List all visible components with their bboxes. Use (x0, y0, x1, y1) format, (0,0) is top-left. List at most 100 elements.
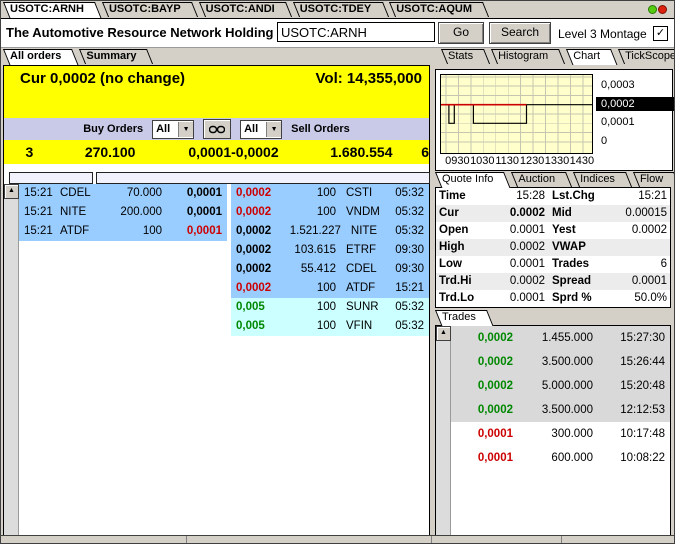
orders-tab-all-orders[interactable]: All orders (3, 48, 78, 64)
order-time: 05:32 (390, 222, 429, 241)
quote-value: 0.0002 (485, 239, 545, 256)
ticker-tab-usotc-andi[interactable]: USOTC:ANDI (199, 1, 292, 17)
search-button[interactable]: Search (489, 22, 551, 44)
trade-row[interactable]: 0,00021.455.00015:27:30 (451, 326, 670, 350)
trade-row[interactable]: 0,00025.000.00015:20:48 (451, 374, 670, 398)
quote-tab-label: Auction (518, 173, 555, 185)
buy-order-row[interactable]: 15:21NITE200.0000,0001 (19, 203, 227, 222)
orders-view-tabstrip: All ordersSummary (3, 48, 155, 66)
trade-size: 600.000 (513, 446, 593, 470)
trade-row[interactable]: 0,00023.500.00012:12:53 (451, 398, 670, 422)
quote-tab-label: Quote Info (442, 173, 493, 185)
ticker-tab-usotc-tdey[interactable]: USOTC:TDEY (293, 1, 389, 17)
sell-order-row[interactable]: 0,005100SUNR05:32 (231, 298, 429, 317)
buy-order-row[interactable]: 15:21CDEL70.0000,0001 (19, 184, 227, 203)
quote-value: 0.00015 (606, 205, 670, 222)
chart-x-label: 1230 (519, 155, 545, 167)
trade-time: 12:12:53 (593, 398, 670, 422)
buy-filter-select[interactable]: All ▼ (152, 120, 194, 139)
orders-tab-summary[interactable]: Summary (79, 48, 153, 64)
scroll-up-icon[interactable]: ▲ (436, 326, 451, 341)
quote-label: High (436, 239, 485, 256)
orderbook-scrollbar[interactable]: ▲ (4, 184, 19, 537)
view-tab-chart[interactable]: Chart (566, 48, 617, 64)
view-tab-histogram[interactable]: Histogram (491, 48, 565, 64)
order-size: 200.000 (104, 203, 170, 222)
order-size: 103.615 (293, 241, 342, 260)
go-button[interactable]: Go (438, 22, 484, 44)
trade-row[interactable]: 0,0001600.00010:08:22 (451, 446, 670, 470)
quote-tab-auction[interactable]: Auction (511, 171, 572, 187)
trade-row[interactable]: 0,0001300.00010:17:48 (451, 422, 670, 446)
trades-box: ▲ 0,00021.455.00015:27:300,00023.500.000… (435, 325, 671, 536)
quote-value: 0.0001 (485, 222, 545, 239)
ticker-tab-label: USOTC:BAYP (109, 3, 181, 15)
sell-order-row[interactable]: 0,005100VFIN05:32 (231, 317, 429, 336)
ticker-tab-usotc-arnh[interactable]: USOTC:ARNH (3, 1, 101, 17)
trades-scrollbar[interactable]: ▲ (436, 326, 451, 535)
link-icon (209, 125, 225, 134)
market-maker: ETRF (342, 241, 388, 260)
order-price: 0,0002 (231, 184, 293, 203)
view-tab-label: Histogram (498, 50, 548, 62)
sell-filter-select[interactable]: All ▼ (240, 120, 282, 139)
link-sides-button[interactable] (203, 119, 231, 139)
order-price: 0,0002 (231, 222, 290, 241)
scroll-up-icon[interactable]: ▲ (4, 184, 19, 199)
market-maker: ATDF (60, 222, 104, 241)
trade-time: 15:27:30 (593, 326, 670, 350)
quote-banner: Cur 0,0002 (no change) Vol: 14,355,000 (4, 66, 429, 118)
order-price: 0,0001 (170, 222, 227, 241)
market-maker: CDEL (60, 184, 104, 203)
view-tab-label: Chart (573, 50, 600, 62)
buy-order-row[interactable]: 15:21ATDF1000,0001 (19, 222, 227, 241)
order-time: 09:30 (388, 241, 429, 260)
quote-label: Open (436, 222, 485, 239)
trade-row[interactable]: 0,00023.500.00015:26:44 (451, 350, 670, 374)
ticker-tab-usotc-aqum[interactable]: USOTC:AQUM (389, 1, 489, 17)
trade-price: 0,0001 (451, 422, 513, 446)
sell-order-row[interactable]: 0,0002100VNDM05:32 (231, 203, 429, 222)
level3-montage-checkbox[interactable]: ✓ (653, 26, 668, 41)
quote-label: Mid (545, 205, 606, 222)
ticker-tabstrip: USOTC:ARNH USOTC:BAYP USOTC:ANDIUSOTC:TDEY… (3, 1, 643, 19)
chart-x-label: 1030 (469, 155, 495, 167)
status-bar (1, 535, 674, 543)
order-time: 05:32 (388, 203, 429, 222)
quote-tab-label: Flow (640, 173, 663, 185)
trade-time: 10:08:22 (593, 446, 670, 470)
ask-count: 6 (421, 144, 429, 160)
view-tab-tickscope[interactable]: TickScope (618, 48, 675, 64)
sell-order-row[interactable]: 0,0002100ATDF15:21 (231, 279, 429, 298)
view-tab-stats[interactable]: Stats (441, 48, 490, 64)
quote-value (606, 239, 670, 256)
order-price: 0,0002 (231, 241, 293, 260)
sell-order-row[interactable]: 0,00021.521.227NITE05:32 (231, 222, 429, 241)
buy-orders-label: Buy Orders (83, 123, 143, 135)
order-size: 100 (293, 203, 342, 222)
order-price: 0,0002 (231, 260, 293, 279)
chart-x-label: 1430 (569, 155, 595, 167)
status-divider (561, 536, 562, 543)
sell-order-row[interactable]: 0,0002100CSTI05:32 (231, 184, 429, 203)
order-price: 0,0002 (231, 279, 293, 298)
order-time: 05:32 (388, 317, 429, 336)
chart-y-label: 0,0003 (596, 78, 675, 92)
trade-price: 0,0002 (451, 398, 513, 422)
quote-tab-flow[interactable]: Flow (633, 171, 675, 187)
trade-price: 0,0002 (451, 350, 513, 374)
quote-row: Time15:28Lst.Chg15:21 (436, 188, 670, 205)
symbol-input[interactable] (277, 22, 435, 42)
chart-x-label: 0930 (444, 155, 470, 167)
trades-tab-trades[interactable]: Trades (435, 309, 493, 325)
order-time: 15:21 (19, 203, 60, 222)
quote-tab-indices[interactable]: Indices (573, 171, 632, 187)
ticker-tab-usotc-bayp[interactable]: USOTC:BAYP (102, 1, 198, 17)
sell-order-row[interactable]: 0,0002103.615ETRF09:30 (231, 241, 429, 260)
trade-size: 1.455.000 (513, 326, 593, 350)
sell-order-row[interactable]: 0,000255.412CDEL09:30 (231, 260, 429, 279)
quote-label: Cur (436, 205, 485, 222)
volume-text: Vol: 14,355,000 (316, 70, 422, 87)
quote-tab-quote-info[interactable]: Quote Info (435, 171, 510, 187)
order-price: 0,005 (231, 298, 293, 317)
